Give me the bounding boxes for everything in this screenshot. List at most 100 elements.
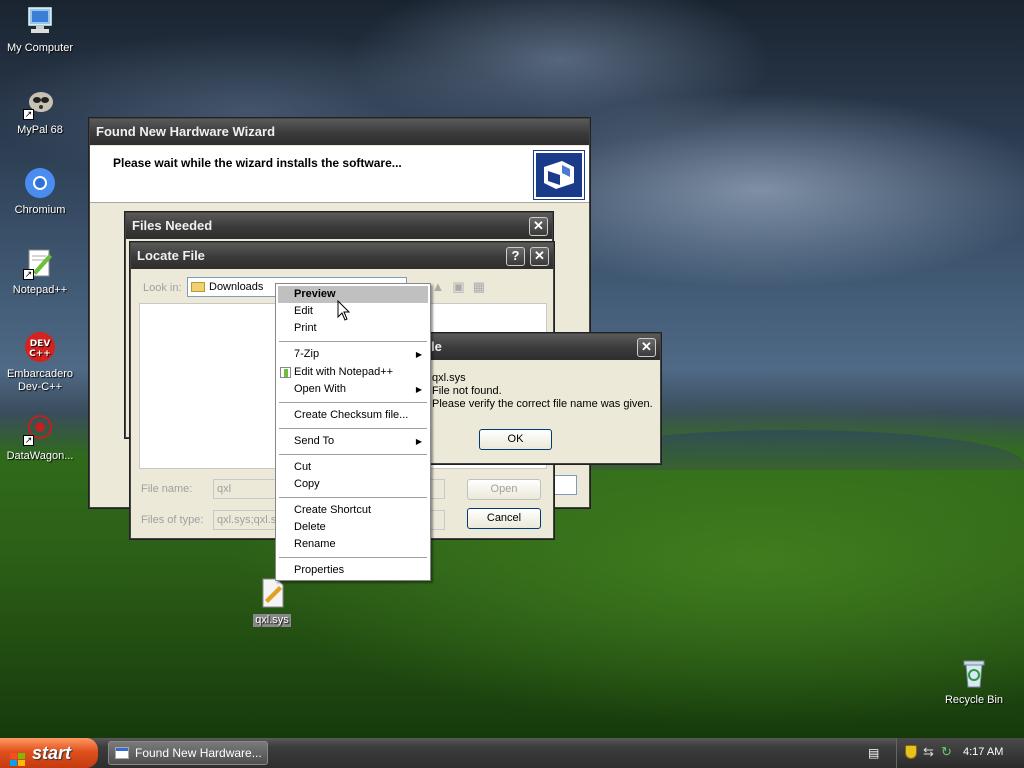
- error-message: qxl.sys File not found. Please verify th…: [432, 372, 653, 411]
- open-button[interactable]: Open: [467, 479, 541, 500]
- desktop-icon-label: qxl.sys: [253, 614, 291, 627]
- menu-item-label: Edit with Notepad++: [294, 366, 394, 378]
- files-needed-title: Files Needed: [132, 218, 213, 233]
- error-line-filename: qxl.sys: [432, 372, 466, 384]
- menu-item-create-shortcut[interactable]: Create Shortcut: [278, 502, 428, 519]
- help-button-label: ?: [511, 248, 520, 263]
- shortcut-arrow-icon: ↗: [23, 435, 34, 446]
- menu-item-7zip[interactable]: 7-Zip ▶: [278, 346, 428, 363]
- keyboard-icon[interactable]: ▤: [868, 746, 882, 760]
- menu-item-properties[interactable]: Properties: [278, 562, 428, 579]
- desktop-icon-label: MyPal 68: [17, 124, 63, 136]
- shortcut-arrow-icon: ↗: [23, 269, 34, 280]
- menu-separator: [279, 428, 427, 429]
- up-folder-icon[interactable]: ▲: [432, 279, 453, 294]
- new-folder-icon[interactable]: ▣: [452, 279, 472, 294]
- close-icon[interactable]: ✕: [637, 338, 656, 357]
- menu-item-label: Edit: [294, 305, 313, 317]
- notepadpp-icon: ↗: [23, 246, 57, 280]
- menu-item-edit-notepadpp[interactable]: Edit with Notepad++: [278, 364, 428, 381]
- windows-logo-icon: [10, 746, 26, 766]
- start-label: start: [32, 743, 72, 763]
- menu-item-label: 7-Zip: [294, 348, 320, 360]
- shortcut-arrow-icon: ↗: [23, 109, 34, 120]
- menu-item-copy[interactable]: Copy: [278, 476, 428, 493]
- menu-item-label: Create Shortcut: [294, 504, 372, 516]
- menu-item-label: Properties: [294, 564, 345, 576]
- close-icon[interactable]: ✕: [530, 247, 549, 266]
- system-file-icon: [255, 576, 289, 610]
- desktop-icon-label: Recycle Bin: [944, 694, 1004, 706]
- wizard-titlebar[interactable]: Found New Hardware Wizard: [90, 119, 589, 145]
- desktop-icon-recycle-bin[interactable]: Recycle Bin: [934, 656, 1014, 707]
- desktop-icon-label: Embarcadero Dev-C++: [6, 368, 74, 393]
- submenu-arrow-icon: ▶: [415, 437, 422, 446]
- menu-separator: [279, 402, 427, 403]
- menu-item-preview[interactable]: Preview: [278, 286, 428, 303]
- wizard-title: Found New Hardware Wizard: [96, 124, 276, 139]
- error-dialog[interactable]: le ✕ qxl.sys File not found. Please veri…: [420, 333, 661, 464]
- desktop-icon-label: Chromium: [14, 204, 66, 216]
- help-icon[interactable]: ?: [506, 247, 525, 266]
- desktop-icon-label: Notepad++: [12, 284, 68, 296]
- menu-item-create-checksum[interactable]: Create Checksum file...: [278, 407, 428, 424]
- menu-separator: [279, 497, 427, 498]
- recycle-bin-icon: [957, 656, 991, 690]
- desktop-icon-chromium[interactable]: Chromium: [0, 166, 80, 217]
- desktop-icon-datawagon[interactable]: ↗ DataWagon...: [0, 412, 80, 463]
- menu-item-edit[interactable]: Edit: [278, 303, 428, 320]
- menu-item-label: Preview: [294, 288, 336, 300]
- clock[interactable]: 4:17 AM: [963, 746, 1003, 758]
- menu-item-label: Delete: [294, 521, 326, 533]
- desktop-icon-notepadpp[interactable]: ↗ Notepad++: [0, 246, 80, 297]
- menu-item-send-to[interactable]: Send To ▶: [278, 433, 428, 450]
- file-name-value: qxl: [217, 483, 232, 495]
- menu-separator: [279, 341, 427, 342]
- cancel-button[interactable]: Cancel: [467, 508, 541, 529]
- locate-file-titlebar[interactable]: Locate File ? ✕: [131, 243, 553, 269]
- notepadpp-small-icon: [280, 367, 291, 378]
- desktop-icon-label: DataWagon...: [6, 450, 74, 462]
- menu-item-label: Open With: [294, 383, 346, 395]
- menu-separator: [279, 454, 427, 455]
- look-in-value: Downloads: [209, 281, 264, 293]
- menu-item-label: Create Checksum file...: [294, 409, 409, 421]
- ok-button-label: OK: [507, 433, 524, 445]
- menu-item-label: Copy: [294, 478, 320, 490]
- menu-item-rename[interactable]: Rename: [278, 536, 428, 553]
- desktop-icon-qxl-sys[interactable]: qxl.sys: [232, 576, 312, 627]
- datawagon-icon: ↗: [23, 412, 57, 446]
- menu-item-print[interactable]: Print: [278, 320, 428, 337]
- taskbar-button-label: Found New Hardware...: [135, 746, 262, 760]
- menu-item-open-with[interactable]: Open With ▶: [278, 381, 428, 398]
- update-icon[interactable]: ↻: [941, 744, 952, 760]
- menu-item-delete[interactable]: Delete: [278, 519, 428, 536]
- svg-text:DEV: DEV: [30, 339, 51, 349]
- close-icon[interactable]: ✕: [529, 217, 548, 236]
- locate-file-title: Locate File: [137, 248, 205, 263]
- menu-item-label: Cut: [294, 461, 312, 473]
- context-menu[interactable]: Preview Edit Print 7-Zip ▶ Edit with Note…: [275, 283, 431, 581]
- wizard-header: Please wait while the wizard installs th…: [90, 146, 589, 203]
- ok-button[interactable]: OK: [479, 429, 552, 450]
- cancel-button-label: Cancel: [486, 512, 522, 524]
- network-icon[interactable]: ⇆: [923, 744, 934, 760]
- desktop-icon-my-computer[interactable]: My Computer: [0, 4, 80, 55]
- error-dialog-titlebar[interactable]: le ✕: [421, 334, 660, 360]
- chromium-icon: [23, 166, 57, 200]
- menu-item-label: Print: [294, 322, 317, 334]
- security-shield-icon[interactable]: [905, 745, 917, 759]
- mypal-icon: ↗: [23, 86, 57, 120]
- wizard-heading: Please wait while the wizard installs th…: [113, 156, 402, 170]
- view-menu-icon[interactable]: ▦: [473, 279, 493, 294]
- menu-separator: [279, 557, 427, 558]
- svg-text:C++: C++: [29, 349, 51, 359]
- start-button[interactable]: start: [0, 738, 98, 768]
- files-needed-titlebar[interactable]: Files Needed ✕: [126, 213, 552, 239]
- folder-icon: [191, 282, 205, 293]
- menu-item-cut[interactable]: Cut: [278, 459, 428, 476]
- taskbar-button-wizard[interactable]: Found New Hardware...: [108, 741, 268, 765]
- desktop-icon-devcpp[interactable]: DEV C++ Embarcadero Dev-C++: [0, 330, 80, 394]
- menu-item-label: Rename: [294, 538, 336, 550]
- desktop-icon-mypal[interactable]: ↗ MyPal 68: [0, 86, 80, 137]
